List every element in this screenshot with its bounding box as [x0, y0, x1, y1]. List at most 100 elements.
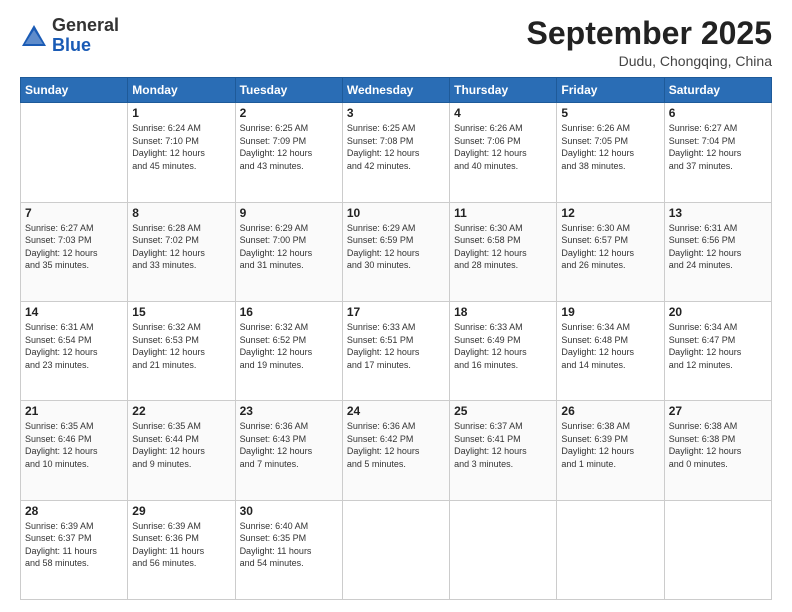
location: Dudu, Chongqing, China [527, 53, 772, 69]
calendar-cell [450, 500, 557, 599]
day-number: 19 [561, 305, 659, 319]
day-info: Sunrise: 6:25 AM Sunset: 7:09 PM Dayligh… [240, 122, 338, 172]
calendar-cell: 10Sunrise: 6:29 AM Sunset: 6:59 PM Dayli… [342, 202, 449, 301]
logo: General Blue [20, 16, 119, 56]
day-number: 29 [132, 504, 230, 518]
calendar-cell: 18 Sunrise: 6:33 AM Sunset: 6:49 PM Dayli… [450, 301, 557, 400]
day-info: Sunrise: 6:26 AM Sunset: 7:06 PM Dayligh… [454, 122, 552, 172]
day-info: Sunrise: 6:29 AM Sunset: 7:00 PM Dayligh… [240, 222, 338, 272]
day-info: Sunrise: 6:36 AM Sunset: 6:43 PM Dayligh… [240, 420, 338, 470]
day-info: Sunrise: 6:27 AM Sunset: 7:03 PM Dayligh… [25, 222, 123, 272]
calendar-table: SundayMondayTuesdayWednesdayThursdayFrid… [20, 77, 772, 600]
day-info: Sunrise: 6:35 AM Sunset: 6:44 PM Dayligh… [132, 420, 230, 470]
calendar-cell: 25 Sunrise: 6:37 AM Sunset: 6:41 PM Dayli… [450, 401, 557, 500]
logo-icon [20, 22, 48, 50]
calendar-header-thursday: Thursday [450, 78, 557, 103]
day-number: 8 [132, 206, 230, 220]
calendar-cell: 13 Sunrise: 6:31 AM Sunset: 6:56 PM Dayli… [664, 202, 771, 301]
calendar-week-2: 7 Sunrise: 6:27 AM Sunset: 7:03 PM Daylig… [21, 202, 772, 301]
calendar-header-wednesday: Wednesday [342, 78, 449, 103]
calendar-header-sunday: Sunday [21, 78, 128, 103]
day-info: Sunrise: 6:36 AM Sunset: 6:42 PM Dayligh… [347, 420, 445, 470]
calendar-cell: 9 Sunrise: 6:29 AM Sunset: 7:00 PM Daylig… [235, 202, 342, 301]
day-info: Sunrise: 6:32 AM Sunset: 6:52 PM Dayligh… [240, 321, 338, 371]
day-number: 5 [561, 106, 659, 120]
day-info: Sunrise: 6:33 AM Sunset: 6:49 PM Dayligh… [454, 321, 552, 371]
day-info: Sunrise: 6:34 AM Sunset: 6:47 PM Dayligh… [669, 321, 767, 371]
day-number: 18 [454, 305, 552, 319]
calendar-cell: 20 Sunrise: 6:34 AM Sunset: 6:47 PM Dayli… [664, 301, 771, 400]
day-number: 26 [561, 404, 659, 418]
page: General Blue September 2025 Dudu, Chongq… [0, 0, 792, 612]
day-number: 27 [669, 404, 767, 418]
calendar-week-1: 1 Sunrise: 6:24 AM Sunset: 7:10 PM Daylig… [21, 103, 772, 202]
calendar-cell: 14Sunrise: 6:31 AM Sunset: 6:54 PM Dayli… [21, 301, 128, 400]
calendar-week-5: 28Sunrise: 6:39 AM Sunset: 6:37 PM Dayli… [21, 500, 772, 599]
day-number: 2 [240, 106, 338, 120]
day-number: 13 [669, 206, 767, 220]
day-number: 20 [669, 305, 767, 319]
calendar-cell: 23 Sunrise: 6:36 AM Sunset: 6:43 PM Dayli… [235, 401, 342, 500]
calendar-cell [342, 500, 449, 599]
day-info: Sunrise: 6:40 AM Sunset: 6:35 PM Dayligh… [240, 520, 338, 570]
day-info: Sunrise: 6:26 AM Sunset: 7:05 PM Dayligh… [561, 122, 659, 172]
day-number: 6 [669, 106, 767, 120]
calendar-cell: 7 Sunrise: 6:27 AM Sunset: 7:03 PM Daylig… [21, 202, 128, 301]
day-number: 14 [25, 305, 123, 319]
calendar-cell: 5 Sunrise: 6:26 AM Sunset: 7:05 PM Daylig… [557, 103, 664, 202]
calendar-cell: 12 Sunrise: 6:30 AM Sunset: 6:57 PM Dayli… [557, 202, 664, 301]
calendar-cell: 16Sunrise: 6:32 AM Sunset: 6:52 PM Dayli… [235, 301, 342, 400]
calendar-cell: 11Sunrise: 6:30 AM Sunset: 6:58 PM Dayli… [450, 202, 557, 301]
calendar-cell: 19Sunrise: 6:34 AM Sunset: 6:48 PM Dayli… [557, 301, 664, 400]
title-block: September 2025 Dudu, Chongqing, China [527, 16, 772, 69]
day-number: 21 [25, 404, 123, 418]
day-info: Sunrise: 6:27 AM Sunset: 7:04 PM Dayligh… [669, 122, 767, 172]
calendar-cell: 1 Sunrise: 6:24 AM Sunset: 7:10 PM Daylig… [128, 103, 235, 202]
month-title: September 2025 [527, 16, 772, 51]
day-number: 9 [240, 206, 338, 220]
calendar-cell [21, 103, 128, 202]
day-info: Sunrise: 6:37 AM Sunset: 6:41 PM Dayligh… [454, 420, 552, 470]
day-info: Sunrise: 6:39 AM Sunset: 6:36 PM Dayligh… [132, 520, 230, 570]
day-number: 22 [132, 404, 230, 418]
day-number: 24 [347, 404, 445, 418]
calendar-header-friday: Friday [557, 78, 664, 103]
day-info: Sunrise: 6:32 AM Sunset: 6:53 PM Dayligh… [132, 321, 230, 371]
calendar-cell: 22 Sunrise: 6:35 AM Sunset: 6:44 PM Dayli… [128, 401, 235, 500]
header: General Blue September 2025 Dudu, Chongq… [20, 16, 772, 69]
day-number: 1 [132, 106, 230, 120]
day-info: Sunrise: 6:31 AM Sunset: 6:56 PM Dayligh… [669, 222, 767, 272]
calendar-cell: 2 Sunrise: 6:25 AM Sunset: 7:09 PM Daylig… [235, 103, 342, 202]
calendar-cell [664, 500, 771, 599]
day-number: 23 [240, 404, 338, 418]
calendar-cell: 8 Sunrise: 6:28 AM Sunset: 7:02 PM Daylig… [128, 202, 235, 301]
logo-blue-text: Blue [52, 35, 91, 55]
calendar-cell: 4Sunrise: 6:26 AM Sunset: 7:06 PM Daylig… [450, 103, 557, 202]
calendar-header-row: SundayMondayTuesdayWednesdayThursdayFrid… [21, 78, 772, 103]
day-info: Sunrise: 6:28 AM Sunset: 7:02 PM Dayligh… [132, 222, 230, 272]
day-number: 7 [25, 206, 123, 220]
logo-general-text: General [52, 15, 119, 35]
calendar-cell: 27Sunrise: 6:38 AM Sunset: 6:38 PM Dayli… [664, 401, 771, 500]
calendar-cell: 17 Sunrise: 6:33 AM Sunset: 6:51 PM Dayli… [342, 301, 449, 400]
calendar-week-4: 21 Sunrise: 6:35 AM Sunset: 6:46 PM Dayli… [21, 401, 772, 500]
day-info: Sunrise: 6:30 AM Sunset: 6:58 PM Dayligh… [454, 222, 552, 272]
day-info: Sunrise: 6:39 AM Sunset: 6:37 PM Dayligh… [25, 520, 123, 570]
day-info: Sunrise: 6:30 AM Sunset: 6:57 PM Dayligh… [561, 222, 659, 272]
day-number: 10 [347, 206, 445, 220]
day-number: 12 [561, 206, 659, 220]
calendar-header-tuesday: Tuesday [235, 78, 342, 103]
calendar-cell: 6 Sunrise: 6:27 AM Sunset: 7:04 PM Daylig… [664, 103, 771, 202]
calendar-header-monday: Monday [128, 78, 235, 103]
day-info: Sunrise: 6:24 AM Sunset: 7:10 PM Dayligh… [132, 122, 230, 172]
calendar-cell: 26Sunrise: 6:38 AM Sunset: 6:39 PM Dayli… [557, 401, 664, 500]
calendar-cell: 3Sunrise: 6:25 AM Sunset: 7:08 PM Daylig… [342, 103, 449, 202]
day-info: Sunrise: 6:35 AM Sunset: 6:46 PM Dayligh… [25, 420, 123, 470]
day-info: Sunrise: 6:33 AM Sunset: 6:51 PM Dayligh… [347, 321, 445, 371]
calendar-cell: 29 Sunrise: 6:39 AM Sunset: 6:36 PM Dayli… [128, 500, 235, 599]
calendar-cell: 30Sunrise: 6:40 AM Sunset: 6:35 PM Dayli… [235, 500, 342, 599]
day-number: 25 [454, 404, 552, 418]
day-info: Sunrise: 6:25 AM Sunset: 7:08 PM Dayligh… [347, 122, 445, 172]
calendar-week-3: 14Sunrise: 6:31 AM Sunset: 6:54 PM Dayli… [21, 301, 772, 400]
day-number: 17 [347, 305, 445, 319]
